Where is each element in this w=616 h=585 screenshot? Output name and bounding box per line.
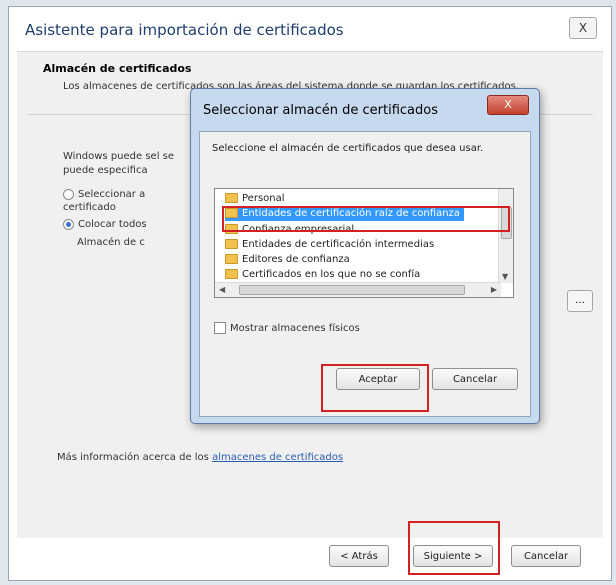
- wizard-close-button[interactable]: X: [569, 17, 597, 39]
- option-place-all-label: Colocar todos: [78, 219, 147, 230]
- dialog-cancel-button[interactable]: Cancelar: [432, 368, 518, 390]
- store-list[interactable]: Personal Entidades de certificación raíz…: [214, 188, 514, 298]
- folder-icon: [225, 254, 238, 264]
- dialog-close-button[interactable]: X: [487, 95, 529, 115]
- select-store-dialog: Seleccionar almacén de certificados X Se…: [190, 88, 540, 424]
- folder-icon: [225, 224, 238, 234]
- more-info-text: Más información acerca de los almacenes …: [57, 452, 343, 463]
- store-label: Almacén de c: [77, 237, 145, 248]
- folder-icon: [225, 239, 238, 249]
- store-item-personal[interactable]: Personal: [225, 191, 285, 206]
- store-item-trusted-root[interactable]: Entidades de certificación raíz de confi…: [225, 206, 464, 221]
- wizard-cancel-button[interactable]: Cancelar: [511, 545, 581, 567]
- horizontal-scrollbar[interactable]: ◀ ▶: [215, 282, 501, 297]
- show-physical-stores[interactable]: Mostrar almacenes físicos: [214, 322, 360, 334]
- dialog-description: Seleccione el almacén de certificados qu…: [212, 143, 484, 154]
- windows-explanation: Windows puede sel se puede especifica: [63, 151, 175, 176]
- browse-button[interactable]: ...: [567, 290, 593, 312]
- folder-icon: [225, 208, 238, 218]
- wizard-title: Asistente para importación de certificad…: [25, 21, 344, 39]
- radio-auto-select[interactable]: [63, 188, 74, 200]
- scroll-left-icon[interactable]: ◀: [219, 285, 225, 294]
- horizontal-scroll-thumb[interactable]: [239, 285, 465, 295]
- accept-button[interactable]: Aceptar: [336, 368, 420, 390]
- store-item-trusted-publishers[interactable]: Editores de confianza: [225, 252, 350, 267]
- back-button[interactable]: < Atrás: [329, 545, 389, 567]
- section-title: Almacén de certificados: [43, 62, 192, 75]
- dialog-title: Seleccionar almacén de certificados: [203, 103, 438, 118]
- option-place-all[interactable]: Colocar todos: [63, 218, 147, 231]
- store-item-enterprise-trust[interactable]: Confianza empresarial: [225, 222, 354, 237]
- option-auto-select-label: Seleccionar a certificado: [63, 189, 146, 213]
- scroll-right-icon[interactable]: ▶: [491, 285, 497, 294]
- scroll-down-icon[interactable]: ▼: [502, 272, 508, 281]
- show-physical-checkbox[interactable]: [214, 322, 226, 334]
- folder-icon: [225, 193, 238, 203]
- vertical-scroll-thumb[interactable]: [501, 207, 512, 239]
- store-item-untrusted[interactable]: Certificados en los que no se confía: [225, 267, 420, 282]
- radio-place-all[interactable]: [63, 218, 74, 230]
- option-auto-select[interactable]: Seleccionar a certificado: [63, 188, 193, 214]
- dialog-body: Seleccione el almacén de certificados qu…: [199, 131, 531, 417]
- more-info-prefix: Más información acerca de los: [57, 452, 209, 463]
- folder-icon: [225, 269, 238, 279]
- show-physical-label: Mostrar almacenes físicos: [230, 323, 360, 334]
- store-item-intermediate[interactable]: Entidades de certificación intermedias: [225, 237, 434, 252]
- more-info-link[interactable]: almacenes de certificados: [212, 452, 343, 463]
- next-button[interactable]: Siguiente >: [413, 545, 493, 567]
- vertical-scrollbar[interactable]: ▼: [498, 189, 513, 283]
